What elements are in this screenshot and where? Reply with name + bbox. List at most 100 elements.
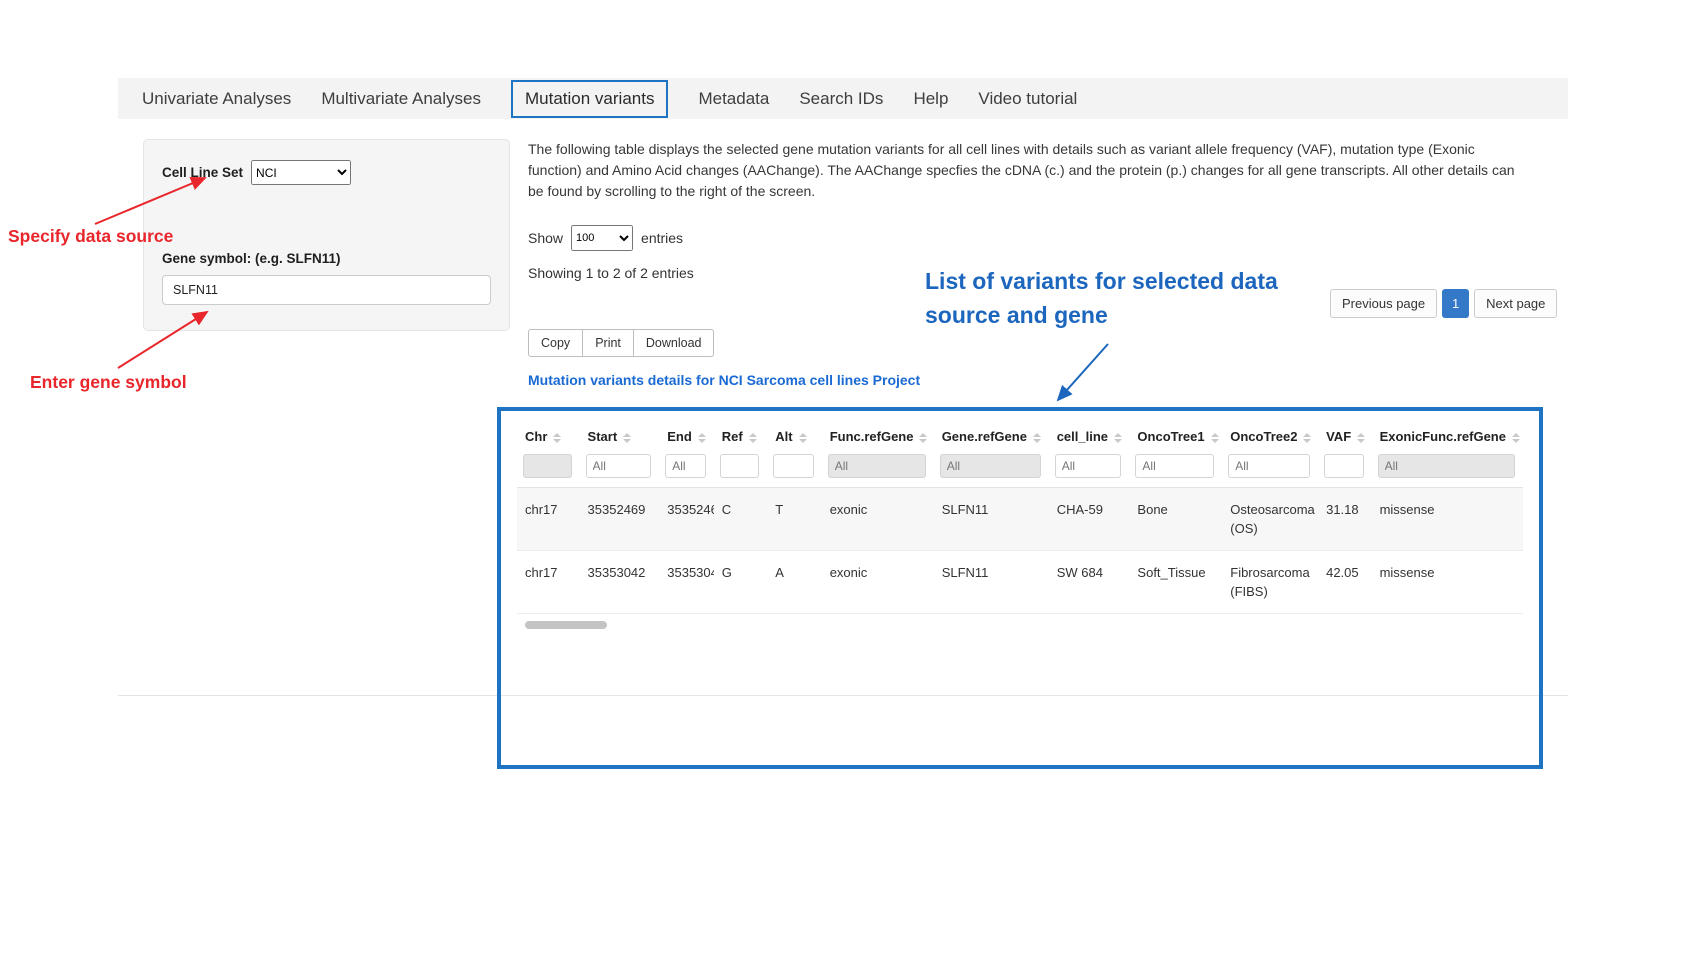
entries-label: entries (641, 230, 683, 246)
column-header-end[interactable]: End (659, 421, 713, 452)
sort-icon (1303, 433, 1311, 443)
filter-input-alt[interactable] (773, 454, 813, 478)
filter-input-start[interactable] (586, 454, 652, 478)
cell-line-set-row: Cell Line Set NCI (162, 160, 491, 185)
filter-input-oncotree1[interactable] (1135, 454, 1214, 478)
table-cell: Osteosarcoma (OS) (1222, 488, 1318, 551)
print-button[interactable]: Print (583, 329, 634, 357)
gene-symbol-input[interactable] (162, 275, 491, 305)
tab-metadata[interactable]: Metadata (698, 89, 769, 109)
filter-row (517, 452, 1523, 488)
tab-mutation-variants[interactable]: Mutation variants (511, 80, 668, 118)
sort-icon (1211, 433, 1219, 443)
previous-page-button[interactable]: Previous page (1330, 289, 1437, 318)
annotation-enter-gene-symbol: Enter gene symbol (30, 372, 187, 393)
table-cell: Fibrosarcoma (FIBS) (1222, 551, 1318, 614)
current-page-button[interactable]: 1 (1442, 289, 1469, 318)
tab-help[interactable]: Help (913, 89, 948, 109)
export-button-group: Copy Print Download (528, 329, 714, 357)
table-title-link[interactable]: Mutation variants details for NCI Sarcom… (528, 372, 920, 388)
tab-video-tutorial[interactable]: Video tutorial (978, 89, 1077, 109)
table-cell: G (714, 551, 767, 614)
show-entries-control: Show 100 entries (528, 225, 683, 251)
table-cell: SLFN11 (934, 488, 1049, 551)
table-cell: 42.05 (1318, 551, 1371, 614)
header-row: Chr Start End Ref Alt Func.refGene Gene.… (517, 421, 1523, 452)
column-label: Start (588, 429, 618, 444)
horizontal-scrollbar-track (517, 618, 1523, 632)
column-label: Alt (775, 429, 792, 444)
table-cell: missense (1372, 488, 1523, 551)
filter-input-end[interactable] (665, 454, 705, 478)
column-header-chr[interactable]: Chr (517, 421, 580, 452)
blue-arrow-variants (1048, 336, 1118, 408)
cell-line-set-select[interactable]: NCI (251, 160, 351, 185)
table-row: chr17 35353042 35353042 G A exonic SLFN1… (517, 551, 1523, 614)
gene-symbol-label: Gene symbol: (e.g. SLFN11) (162, 251, 491, 266)
column-label: VAF (1326, 429, 1351, 444)
tab-multivariate-analyses[interactable]: Multivariate Analyses (321, 89, 481, 109)
column-label: End (667, 429, 692, 444)
column-header-oncotree2[interactable]: OncoTree2 (1222, 421, 1318, 452)
column-header-func-refgene[interactable]: Func.refGene (822, 421, 934, 452)
table-cell: T (767, 488, 821, 551)
column-label: OncoTree2 (1230, 429, 1297, 444)
table-cell: 31.18 (1318, 488, 1371, 551)
column-label: Func.refGene (830, 429, 914, 444)
table-cell: 35353042 (580, 551, 660, 614)
main-nav: Univariate Analyses Multivariate Analyse… (118, 78, 1568, 119)
column-header-oncotree1[interactable]: OncoTree1 (1129, 421, 1222, 452)
horizontal-scrollbar-thumb[interactable] (525, 621, 607, 629)
next-page-button[interactable]: Next page (1474, 289, 1557, 318)
column-header-start[interactable]: Start (580, 421, 660, 452)
table-cell: SW 684 (1049, 551, 1130, 614)
sort-icon (698, 433, 706, 443)
sort-icon (623, 433, 631, 443)
column-label: Gene.refGene (942, 429, 1027, 444)
sort-icon (553, 433, 561, 443)
filter-input-ref[interactable] (720, 454, 759, 478)
column-header-cell-line[interactable]: cell_line (1049, 421, 1130, 452)
column-label: cell_line (1057, 429, 1108, 444)
filter-input-exonicfunc-refgene[interactable] (1378, 454, 1515, 478)
column-header-gene-refgene[interactable]: Gene.refGene (934, 421, 1049, 452)
sort-icon (1512, 433, 1520, 443)
table-footer-divider (501, 695, 1539, 696)
column-header-ref[interactable]: Ref (714, 421, 767, 452)
filter-input-func-refgene[interactable] (828, 454, 926, 478)
variants-table: Chr Start End Ref Alt Func.refGene Gene.… (517, 421, 1523, 614)
annotation-variants-list: List of variants for selected data sourc… (925, 264, 1325, 332)
sort-icon (1033, 433, 1041, 443)
table-cell: missense (1372, 551, 1523, 614)
column-header-alt[interactable]: Alt (767, 421, 821, 452)
tab-univariate-analyses[interactable]: Univariate Analyses (142, 89, 291, 109)
tab-search-ids[interactable]: Search IDs (799, 89, 883, 109)
download-button[interactable]: Download (634, 329, 715, 357)
table-cell: Soft_Tissue (1129, 551, 1222, 614)
table-cell: 35352469 (580, 488, 660, 551)
table-cell: SLFN11 (934, 551, 1049, 614)
column-label: ExonicFunc.refGene (1380, 429, 1506, 444)
copy-button[interactable]: Copy (528, 329, 583, 357)
column-header-vaf[interactable]: VAF (1318, 421, 1371, 452)
sort-icon (799, 433, 807, 443)
table-cell: A (767, 551, 821, 614)
showing-entries-status: Showing 1 to 2 of 2 entries (528, 265, 694, 281)
variants-table-container: Chr Start End Ref Alt Func.refGene Gene.… (497, 407, 1543, 769)
table-row: chr17 35352469 35352469 C T exonic SLFN1… (517, 488, 1523, 551)
table-cell: C (714, 488, 767, 551)
annotation-specify-data-source: Specify data source (8, 226, 173, 247)
sort-icon (919, 433, 927, 443)
entries-per-page-select[interactable]: 100 (571, 225, 633, 251)
filter-input-cell-line[interactable] (1055, 454, 1122, 478)
column-label: OncoTree1 (1137, 429, 1204, 444)
sort-icon (1114, 433, 1122, 443)
table-cell: exonic (822, 488, 934, 551)
filter-input-vaf[interactable] (1324, 454, 1363, 478)
column-label: Chr (525, 429, 547, 444)
filter-input-gene-refgene[interactable] (940, 454, 1041, 478)
column-header-exonicfunc-refgene[interactable]: ExonicFunc.refGene (1372, 421, 1523, 452)
table-cell: Bone (1129, 488, 1222, 551)
filter-input-oncotree2[interactable] (1228, 454, 1310, 478)
filter-input-chr[interactable] (523, 454, 572, 478)
